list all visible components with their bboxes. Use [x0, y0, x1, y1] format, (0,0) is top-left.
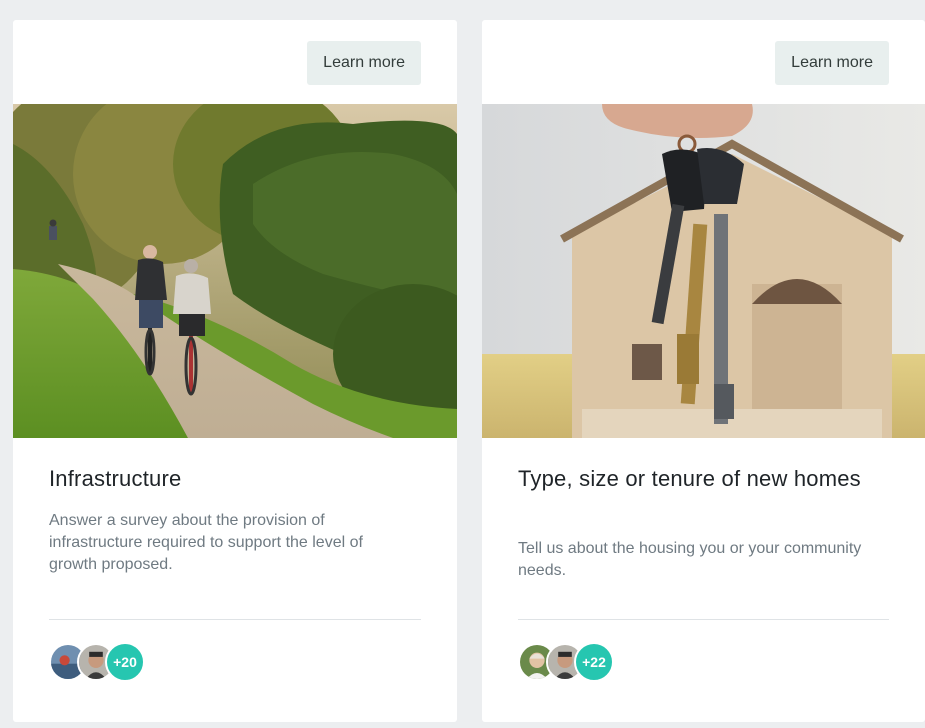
- card-description: Tell us about the housing you or your co…: [518, 540, 862, 579]
- cyclists-on-path-photo: [13, 104, 457, 438]
- learn-more-button[interactable]: Learn more: [775, 41, 889, 85]
- participant-avatars[interactable]: +22: [518, 642, 614, 682]
- participant-count-badge: +22: [574, 642, 614, 682]
- participant-count-badge: +20: [105, 642, 145, 682]
- engagement-board: Learn more Infrastructure Answer a surve…: [0, 0, 925, 728]
- house-keys-photo: [482, 104, 925, 438]
- topic-card-infrastructure[interactable]: Learn more Infrastructure Answer a surve…: [13, 20, 457, 722]
- learn-more-button[interactable]: Learn more: [307, 41, 421, 85]
- topic-card-new-homes[interactable]: Learn more Type, size or tenure of new h…: [482, 20, 925, 722]
- participant-avatars[interactable]: +20: [49, 642, 145, 682]
- card-divider: [518, 619, 889, 620]
- card-divider: [49, 619, 421, 620]
- card-title: Type, size or tenure of new homes: [518, 466, 861, 491]
- card-title: Infrastructure: [49, 466, 182, 491]
- card-description: Answer a survey about the provision of i…: [49, 512, 363, 573]
